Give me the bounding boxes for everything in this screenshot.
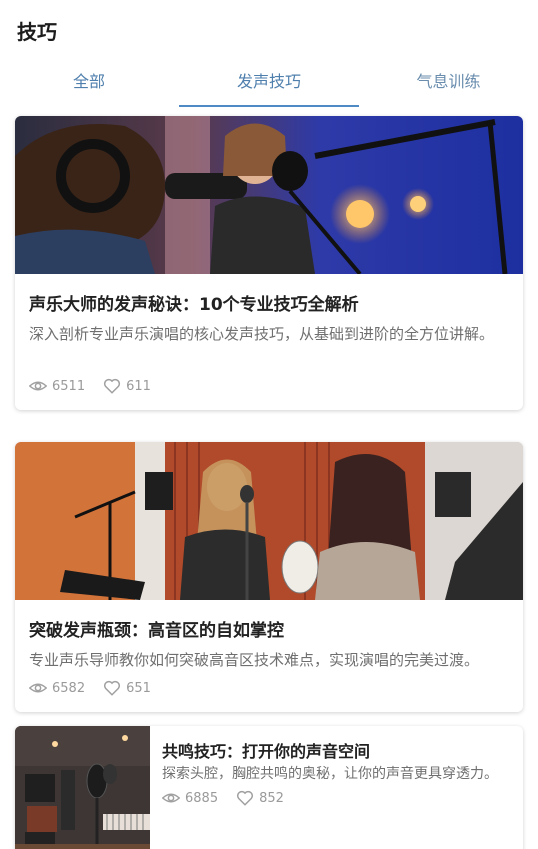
eye-icon [162, 793, 180, 803]
heart-icon[interactable] [103, 377, 121, 395]
article-title[interactable]: 声乐大师的发声秘诀：10个专业技巧全解析 [29, 290, 359, 315]
article-description: 探索头腔，胸腔共鸣的奥秘，让你的声音更具穿透力。 [162, 766, 498, 782]
eye-icon [29, 683, 47, 693]
article-stats: 6582 651 [29, 679, 169, 697]
article-card[interactable]: 共鸣技巧：打开你的声音空间 探索头腔，胸腔共鸣的奥秘，让你的声音更具穿透力。 6… [15, 726, 523, 849]
article-title[interactable]: 突破发声瓶颈：高音区的自如掌控 [29, 616, 284, 641]
like-count: 611 [126, 378, 151, 394]
view-count: 6582 [52, 680, 86, 696]
tab-all[interactable]: 全部 [0, 62, 178, 106]
like-count: 651 [126, 680, 151, 696]
category-tabs: 全部 发声技巧 气息训练 [0, 62, 538, 110]
page-title: 技巧 [17, 20, 57, 44]
article-stats: 6885 852 [162, 789, 302, 807]
article-image-studio-mic [15, 726, 150, 849]
tab-breath-training[interactable]: 气息训练 [359, 62, 538, 106]
active-tab-indicator [179, 105, 359, 107]
view-count: 6511 [52, 378, 86, 394]
heart-icon[interactable] [236, 789, 254, 807]
article-title[interactable]: 共鸣技巧：打开你的声音空间 [162, 738, 370, 762]
tab-vocal-technique[interactable]: 发声技巧 [179, 62, 359, 106]
heart-icon[interactable] [103, 679, 121, 697]
article-card[interactable]: 声乐大师的发声秘诀：10个专业技巧全解析 深入剖析专业声乐演唱的核心发声技巧，从… [15, 116, 523, 410]
eye-icon [29, 381, 47, 391]
like-count: 852 [259, 790, 284, 806]
article-image-singers-studio [15, 116, 523, 274]
article-card[interactable]: 突破发声瓶颈：高音区的自如掌控 专业声乐导师教你如何突破高音区技术难点，实现演唱… [15, 442, 523, 712]
article-description: 专业声乐导师教你如何突破高音区技术难点，实现演唱的完美过渡。 [29, 651, 480, 669]
article-image-recording-session [15, 442, 523, 600]
article-description: 深入剖析专业声乐演唱的核心发声技巧，从基础到进阶的全方位讲解。 [29, 325, 495, 343]
article-stats: 6511 611 [29, 377, 169, 395]
view-count: 6885 [185, 790, 219, 806]
